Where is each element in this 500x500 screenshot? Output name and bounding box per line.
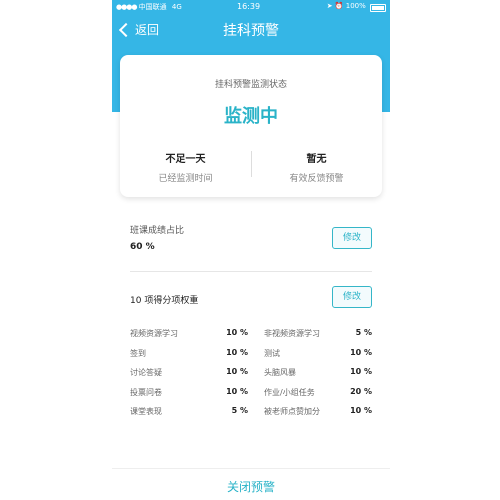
footer-divider xyxy=(112,468,390,469)
status-bar: ●●●● 中国联通 4G 16:39 ➤ ⏰ 100% xyxy=(112,0,390,14)
edit-weights-button[interactable]: 修改 xyxy=(332,286,372,308)
carrier-name: 中国联通 xyxy=(138,3,167,11)
phone-screen: ●●●● 中国联通 4G 16:39 ➤ ⏰ 100% 返回 挂科预警 挂科预警… xyxy=(112,0,390,500)
weight-value: 10 % xyxy=(350,406,372,415)
weight-row: 视频资源学习 10 % 非视频资源学习 5 % xyxy=(130,328,372,348)
weight-name: 投票问卷 xyxy=(130,387,162,397)
status-time: 16:39 xyxy=(237,2,261,11)
weight-value: 10 % xyxy=(350,347,372,357)
weight-value: 5 % xyxy=(231,406,248,415)
weight-value: 10 % xyxy=(226,367,248,376)
carrier-info: ●●●● 中国联通 4G xyxy=(116,2,182,12)
weight-row: 投票问卷 10 % 作业/小组任务 20 % xyxy=(130,387,372,407)
weight-value: 10 % xyxy=(226,347,248,357)
alarm-icon: ⏰ xyxy=(334,2,344,10)
monitor-duration-value: 不足一天 xyxy=(165,154,206,165)
monitor-status-card: 挂科预警监测状态 监测中 不足一天 已经监测时间 暂无 有效反馈预警 xyxy=(120,55,382,197)
location-icon: ➤ xyxy=(326,2,333,10)
weight-value: 20 % xyxy=(350,386,372,396)
weight-name: 测试 xyxy=(264,348,280,358)
weights-list: 视频资源学习 10 % 非视频资源学习 5 % 签到 10 % 测试 10 % … xyxy=(130,328,372,426)
weight-value: 10 % xyxy=(226,328,248,337)
close-warning-button[interactable]: 关闭预警 xyxy=(112,478,390,495)
weight-value: 5 % xyxy=(355,328,372,337)
weight-name: 被老师点赞加分 xyxy=(264,407,320,416)
status-right: ➤ ⏰ 100% xyxy=(326,2,386,12)
monitor-duration-label: 已经监测时间 xyxy=(158,174,213,184)
feedback-warning-label: 有效反馈预警 xyxy=(289,174,344,184)
monitor-duration-stat: 不足一天 已经监测时间 xyxy=(120,150,251,184)
battery-percent: 100% xyxy=(345,2,366,10)
weight-row: 签到 10 % 测试 10 % xyxy=(130,348,372,368)
grade-ratio-section: 班课成绩占比 60 % 修改 xyxy=(130,223,372,259)
weight-value: 10 % xyxy=(226,386,248,396)
page-title: 挂科预警 xyxy=(223,23,279,39)
weight-row: 课堂表现 5 % 被老师点赞加分 10 % xyxy=(130,406,372,426)
nav-bar: 返回 挂科预警 xyxy=(112,14,390,42)
network-type: 4G xyxy=(171,3,182,11)
weight-name: 视频资源学习 xyxy=(130,329,178,338)
weight-value: 10 % xyxy=(350,367,372,376)
weight-name: 作业/小组任务 xyxy=(264,387,315,397)
weight-name: 讨论答疑 xyxy=(130,368,162,377)
signal-icon: ●●●● xyxy=(116,3,137,11)
weight-name: 签到 xyxy=(130,348,146,358)
feedback-warning-value: 暂无 xyxy=(306,154,327,165)
weights-section-header: 10 项得分项权重 修改 xyxy=(130,286,372,312)
weight-name: 课堂表现 xyxy=(130,407,162,416)
section-divider xyxy=(130,271,372,272)
edit-grade-ratio-button[interactable]: 修改 xyxy=(332,227,372,249)
weight-name: 头脑风暴 xyxy=(264,368,296,377)
weight-row: 讨论答疑 10 % 头脑风暴 10 % xyxy=(130,367,372,387)
battery-icon xyxy=(370,4,386,12)
feedback-warning-stat: 暂无 有效反馈预警 xyxy=(251,150,382,184)
monitor-status-value: 监测中 xyxy=(224,106,278,127)
weight-name: 非视频资源学习 xyxy=(264,329,320,338)
monitor-status-label: 挂科预警监测状态 xyxy=(214,80,287,90)
